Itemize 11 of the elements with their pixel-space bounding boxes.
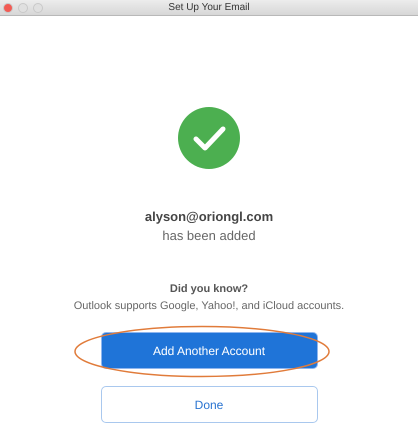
minimize-icon[interactable] (18, 2, 28, 12)
tip-text: Outlook supports Google, Yahoo!, and iCloud accounts. (74, 300, 344, 312)
account-email: alyson@oriongl.com (144, 209, 274, 224)
added-message: has been added (162, 228, 256, 243)
done-button[interactable]: Done (100, 386, 318, 423)
zoom-icon[interactable] (33, 2, 43, 12)
tip-heading: Did you know? (170, 283, 248, 295)
checkmark-icon (178, 107, 240, 169)
add-account-button[interactable]: Add Another Account (100, 332, 318, 369)
window-title: Set Up Your Email (168, 2, 250, 13)
close-icon[interactable] (3, 2, 13, 12)
